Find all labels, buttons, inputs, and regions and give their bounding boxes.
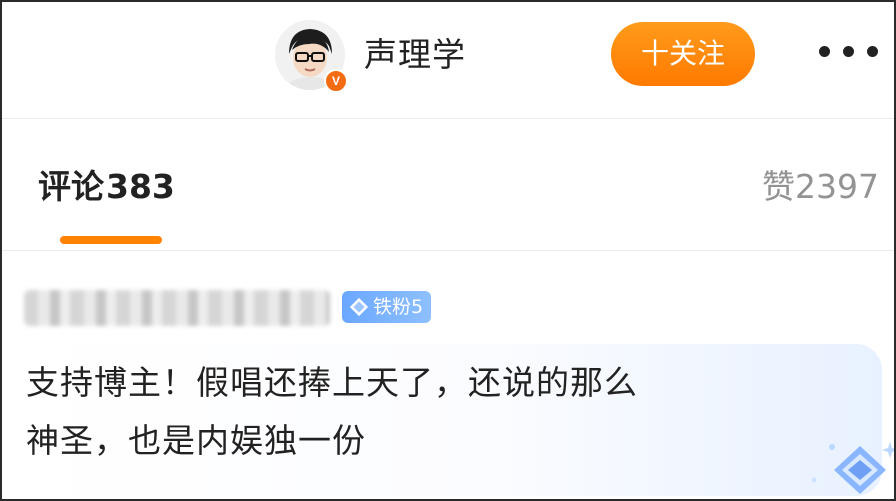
more-dot bbox=[843, 46, 854, 57]
more-dots-icon[interactable] bbox=[817, 46, 885, 62]
comment-text-line1: 支持博主！假唱还捧上天了，还说的那么 bbox=[26, 363, 638, 402]
tab-comments-count: 383 bbox=[106, 167, 175, 206]
more-dot bbox=[867, 46, 878, 57]
post-header: V 声理学 十关注 bbox=[2, 2, 894, 118]
more-dot bbox=[819, 46, 830, 57]
tab-comments[interactable]: 评论383 bbox=[38, 164, 175, 210]
avatar[interactable]: V bbox=[275, 20, 348, 93]
diamond-decoration-icon bbox=[811, 442, 894, 494]
app-frame: V 声理学 十关注 评论383 赞2397 铁粉5 支持博主！假唱还捧上天了，还… bbox=[0, 0, 896, 501]
tab-likes[interactable]: 赞2397 bbox=[762, 164, 879, 210]
active-tab-indicator bbox=[60, 236, 162, 244]
diamond-icon bbox=[349, 297, 369, 317]
fan-level-badge[interactable]: 铁粉5 bbox=[342, 291, 432, 323]
tabs-divider bbox=[2, 250, 894, 251]
fan-badge-label: 铁粉5 bbox=[373, 296, 424, 318]
verified-badge: V bbox=[324, 69, 348, 93]
header-divider bbox=[2, 118, 894, 119]
tab-likes-count: 2397 bbox=[795, 167, 879, 206]
username[interactable]: 声理学 bbox=[364, 32, 466, 78]
tab-likes-label: 赞 bbox=[762, 167, 796, 206]
comment-text: 支持博主！假唱还捧上天了，还说的那么 神圣，也是内娱独一份 bbox=[26, 354, 846, 470]
tab-comments-label: 评论 bbox=[38, 167, 104, 206]
follow-button[interactable]: 十关注 bbox=[611, 22, 755, 86]
blurred-username[interactable] bbox=[24, 290, 330, 326]
comment-text-line2: 神圣，也是内娱独一份 bbox=[26, 421, 366, 460]
